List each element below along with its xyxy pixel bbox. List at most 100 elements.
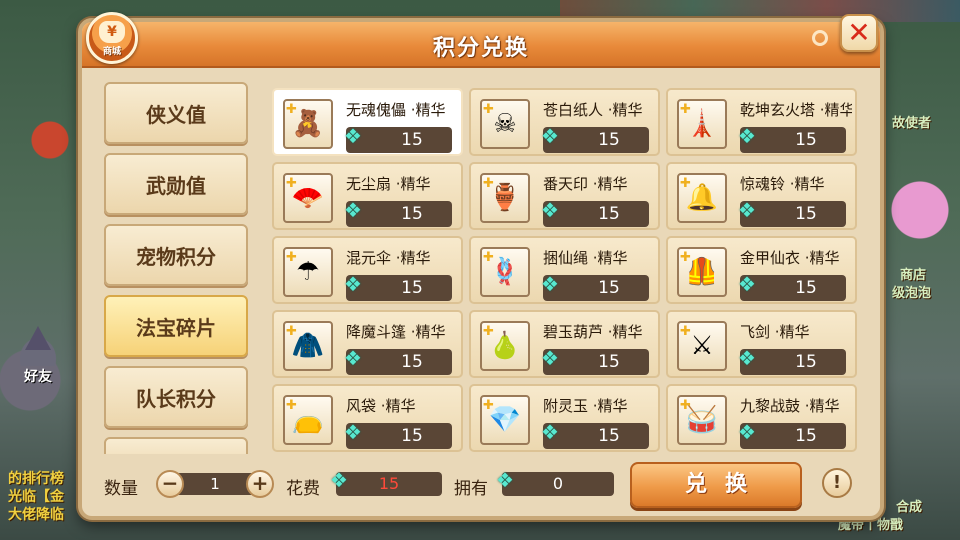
item-card[interactable]: 🥁 ✚ 九黎战鼓 ·精华 ❖ 15 (666, 384, 857, 452)
item-icon-frame: 🍐 ✚ (480, 321, 530, 371)
item-card[interactable]: ☠ ✚ 苍白纸人 ·精华 ❖ 15 (469, 88, 660, 156)
item-card[interactable]: 🦺 ✚ 金甲仙衣 ·精华 ❖ 15 (666, 236, 857, 304)
item-price-box: ❖ 15 (541, 198, 649, 227)
item-price: 15 (795, 278, 817, 298)
item-price: 15 (795, 426, 817, 446)
fragment-badge-icon: ✚ (680, 250, 691, 265)
owned-box: ❖ 0 (496, 468, 614, 496)
item-name: 附灵玉 ·精华 (543, 397, 628, 415)
minus-button[interactable]: − (156, 470, 184, 498)
item-price: 15 (795, 352, 817, 372)
tab-merit[interactable]: 武勋值 (104, 153, 248, 215)
owned-label: 拥有 (454, 479, 488, 499)
item-name: 碧玉葫芦 ·精华 (543, 323, 643, 341)
item-price: 15 (598, 278, 620, 298)
item-price-box: ❖ 15 (541, 420, 649, 449)
gem-icon: ❖ (738, 420, 756, 444)
item-icon-frame: ☠ ✚ (480, 99, 530, 149)
item-price-box: ❖ 15 (344, 272, 452, 301)
item-price-box: ❖ 15 (541, 346, 649, 375)
item-card[interactable]: 🧸 ✚ 无魂傀儡 ·精华 ❖ 15 (272, 88, 463, 156)
item-card[interactable]: 🔔 ✚ 惊魂铃 ·精华 ❖ 15 (666, 162, 857, 230)
item-card[interactable]: 🏺 ✚ 番天印 ·精华 ❖ 15 (469, 162, 660, 230)
item-price-box: ❖ 15 (344, 198, 452, 227)
gem-icon: ❖ (541, 272, 559, 296)
tab-pet-points[interactable]: 宠物积分 (104, 224, 248, 286)
item-price: 15 (598, 204, 620, 224)
tab-label: 宠物积分 (136, 244, 216, 269)
gem-icon: ❖ (496, 468, 514, 492)
gem-icon: ❖ (738, 124, 756, 148)
item-price: 15 (401, 352, 423, 372)
item-price-box: ❖ 15 (344, 420, 452, 449)
item-name: 惊魂铃 ·精华 (740, 175, 825, 193)
close-button[interactable]: ✕ (840, 14, 878, 52)
item-name: 乾坤玄火塔 ·精华 (740, 101, 852, 119)
item-card[interactable]: 🗼 ✚ 乾坤玄火塔 ·精华 ❖ 15 (666, 88, 857, 156)
gem-icon: ❖ (738, 272, 756, 296)
paper-doll-icon: ☠ (493, 109, 517, 139)
item-grid: 🧸 ✚ 无魂傀儡 ·精华 ❖ 15 ☠ ✚ 苍白纸人 ·精华 ❖ 15 🗼 ✚ 乾坤玄火塔 ·精华 ❖ 15… (272, 88, 862, 460)
tab-treasure-fragments[interactable]: 法宝碎片 (104, 295, 248, 357)
background-text: 合成 (896, 500, 923, 515)
item-icon-frame: 🥁 ✚ (677, 395, 727, 445)
item-icon-frame: 🧥 ✚ (283, 321, 333, 371)
item-price: 15 (401, 130, 423, 150)
gem-icon: ❖ (330, 468, 348, 492)
fragment-badge-icon: ✚ (286, 250, 297, 265)
background-text: 商店 (900, 268, 927, 283)
item-card[interactable]: 🪢 ✚ 捆仙绳 ·精华 ❖ 15 (469, 236, 660, 304)
item-icon-frame: 🧸 ✚ (283, 99, 333, 149)
tab-captain-points[interactable]: 队长积分 (104, 366, 248, 428)
money-bag-icon: ¥ (99, 21, 125, 43)
item-card[interactable]: 👝 ✚ 风袋 ·精华 ❖ 15 (272, 384, 463, 452)
gem-icon: ❖ (541, 124, 559, 148)
plus-button[interactable]: + (246, 470, 274, 498)
cost-value: 15 (378, 474, 400, 493)
item-name: 无魂傀儡 ·精华 (346, 101, 446, 119)
item-price-box: ❖ 15 (541, 124, 649, 153)
friends-button[interactable]: 好友 (8, 326, 68, 390)
cost-box: ❖ 15 (330, 468, 442, 496)
item-card[interactable]: 🪭 ✚ 无尘扇 ·精华 ❖ 15 (272, 162, 463, 230)
gem-icon: ❖ (541, 420, 559, 444)
item-name: 飞剑 ·精华 (740, 323, 810, 341)
background-text: 光临【金 (8, 489, 64, 505)
straw-hat-icon (13, 326, 63, 366)
fragment-badge-icon: ✚ (286, 398, 297, 413)
item-icon-frame: 🗼 ✚ (677, 99, 727, 149)
item-name: 番天印 ·精华 (543, 175, 628, 193)
item-card[interactable]: 🍐 ✚ 碧玉葫芦 ·精华 ❖ 15 (469, 310, 660, 378)
item-icon-frame: 👝 ✚ (283, 395, 333, 445)
info-button[interactable]: ! (822, 468, 852, 498)
gem-icon: ❖ (344, 198, 362, 222)
item-name: 风袋 ·精华 (346, 397, 416, 415)
points-exchange-dialog: 积分兑换 侠义值 武勋值 宠物积分 法宝碎片 队长积分 🧸 ✚ 无魂傀儡 ·精华 ❖ 1… (78, 18, 884, 520)
item-price-box: ❖ 15 (738, 198, 846, 227)
item-price-box: ❖ 15 (344, 346, 452, 375)
quantity-label: 数量 (104, 479, 138, 499)
item-name: 降魔斗篷 ·精华 (346, 323, 446, 341)
tab-partial[interactable] (104, 437, 248, 454)
exchange-button[interactable]: 兑换 (630, 462, 802, 508)
item-price-box: ❖ 15 (738, 346, 846, 375)
item-name: 无尘扇 ·精华 (346, 175, 431, 193)
item-card[interactable]: ⚔ ✚ 飞剑 ·精华 ❖ 15 (666, 310, 857, 378)
item-card[interactable]: ☂ ✚ 混元伞 ·精华 ❖ 15 (272, 236, 463, 304)
item-card[interactable]: 💎 ✚ 附灵玉 ·精华 ❖ 15 (469, 384, 660, 452)
gem-icon: ❖ (541, 346, 559, 370)
background-text: 大佬降临 (8, 507, 64, 523)
item-card[interactable]: 🧥 ✚ 降魔斗篷 ·精华 ❖ 15 (272, 310, 463, 378)
fragment-badge-icon: ✚ (680, 324, 691, 339)
cost-label: 花费 (286, 479, 320, 499)
fragment-badge-icon: ✚ (483, 398, 494, 413)
shop-label: 商城 (102, 47, 121, 57)
fragment-badge-icon: ✚ (483, 324, 494, 339)
item-price: 15 (795, 204, 817, 224)
fragment-badge-icon: ✚ (483, 250, 494, 265)
tab-label: 侠义值 (146, 102, 206, 127)
item-price-box: ❖ 15 (541, 272, 649, 301)
item-price: 15 (401, 204, 423, 224)
sword-icon: ⚔ (690, 331, 714, 361)
tab-chivalry[interactable]: 侠义值 (104, 82, 248, 144)
